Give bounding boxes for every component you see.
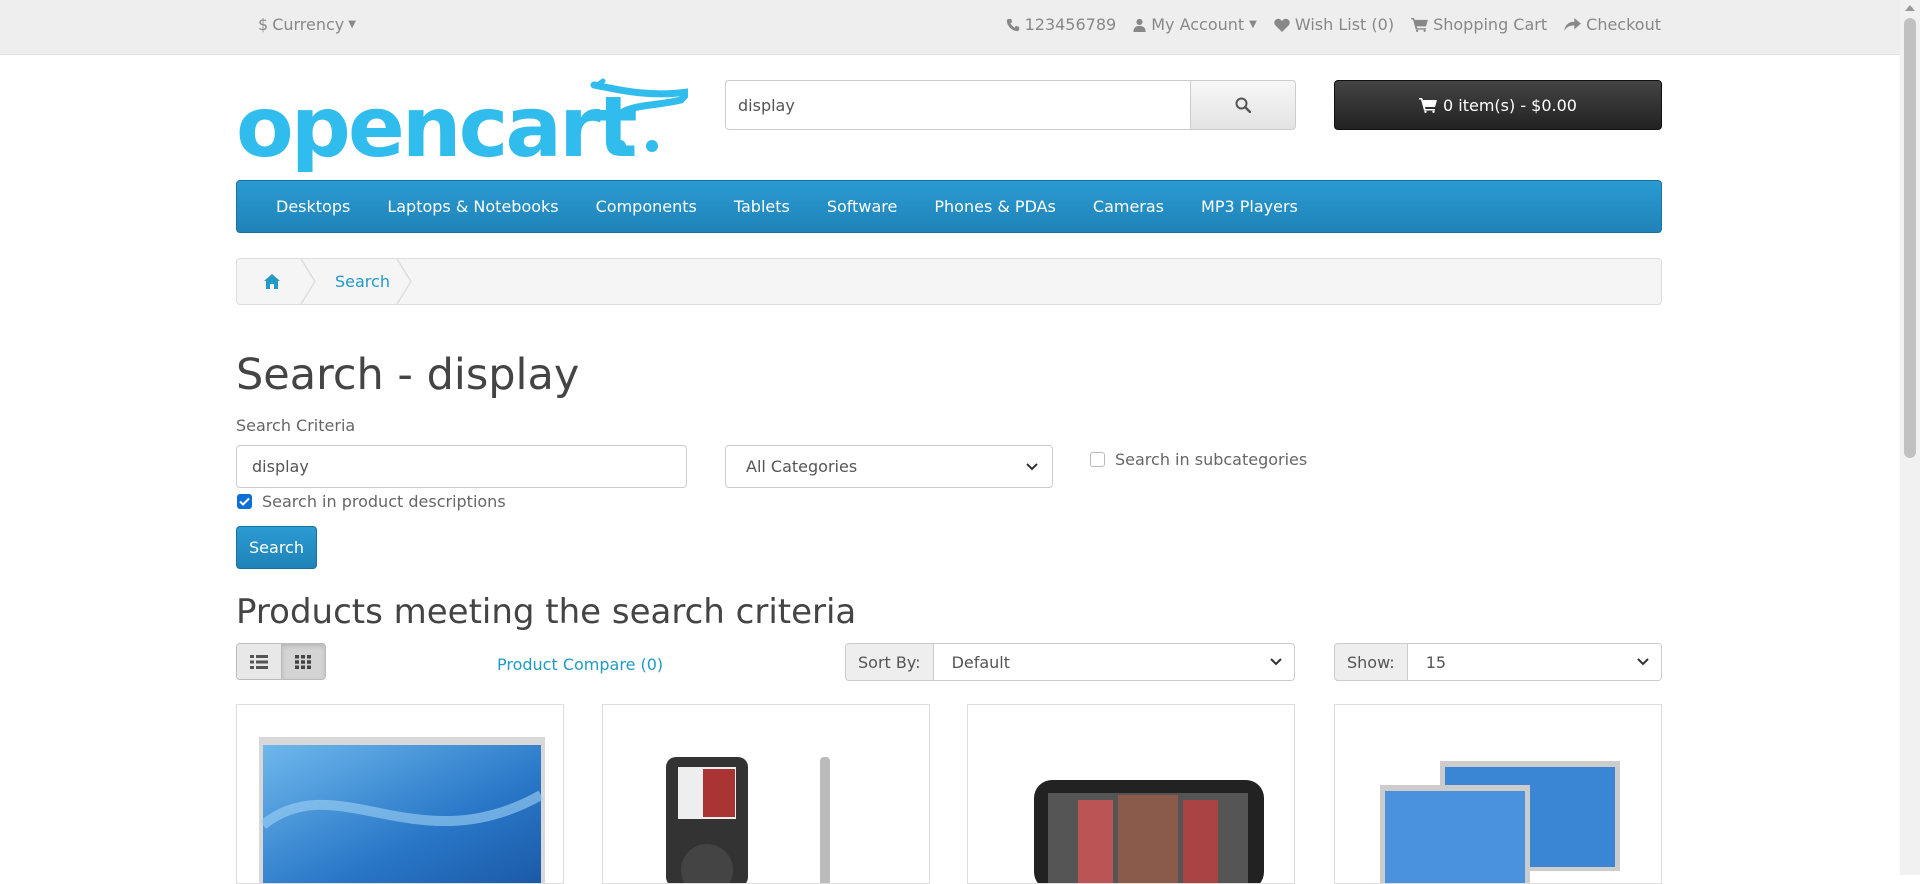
shopping-cart-link[interactable]: Shopping Cart [1411,15,1547,34]
menu-item-software[interactable]: Software [827,197,898,216]
my-account-dropdown[interactable]: My Account ▼ [1133,15,1257,34]
search-icon [1235,97,1251,113]
view-toggle [236,643,326,680]
subcategories-checkbox[interactable] [1090,452,1105,467]
cart-icon [1411,17,1428,32]
caret-down-icon: ▼ [1249,19,1257,30]
menu-item-phones[interactable]: Phones & PDAs [934,197,1056,216]
descriptions-checkbox[interactable] [237,494,252,509]
caret-down-icon: ▼ [348,19,356,30]
product-compare-link[interactable]: Product Compare (0) [497,655,663,674]
dollar-icon: $ [258,15,269,34]
product-card[interactable] [602,704,930,884]
checkout-link[interactable]: Checkout [1564,15,1661,34]
breadcrumb-separator [396,259,412,304]
sort-value: Default [951,652,1011,672]
phone-number: 123456789 [1024,15,1117,34]
category-select[interactable]: All Categories [725,445,1053,488]
breadcrumb: Search [236,258,1662,305]
product-card[interactable] [1334,704,1662,884]
menu-item-mp3[interactable]: MP3 Players [1201,197,1298,216]
product-card[interactable] [236,704,564,884]
product-image [1380,761,1620,883]
sort-select[interactable]: Default [933,643,1295,681]
grid-view-button[interactable] [280,644,325,679]
product-image [1034,780,1264,883]
chevron-down-icon [1637,658,1649,666]
opencart-logo[interactable]: opencart [236,78,688,172]
sort-control: Sort By: Default [845,643,1295,681]
menu-item-tablets[interactable]: Tablets [734,197,790,216]
sort-label: Sort By: [845,643,934,681]
page-title: Search - display [236,350,580,400]
subcategories-option: Search in subcategories [1090,450,1307,469]
wish-list-label: Wish List (0) [1294,15,1395,34]
breadcrumb-search[interactable]: Search [335,272,390,291]
currency-label: Currency [272,15,345,34]
shopping-cart-label: Shopping Cart [1433,15,1548,34]
cart-summary: 0 item(s) - $0.00 [1443,95,1577,115]
scroll-thumb[interactable] [1904,18,1916,458]
keyword-input[interactable] [236,445,687,488]
my-account-label: My Account [1151,15,1245,34]
product-card[interactable] [967,704,1295,884]
list-icon [249,654,268,669]
phone-icon [1006,18,1019,31]
search-button[interactable] [1190,80,1296,130]
heart-icon [1274,18,1290,32]
chevron-down-icon [1026,462,1038,470]
descriptions-label: Search in product descriptions [262,492,506,511]
menu-item-desktops[interactable]: Desktops [276,197,350,216]
show-label: Show: [1334,643,1408,681]
breadcrumb-home[interactable] [237,259,307,304]
cart-button[interactable]: 0 item(s) - $0.00 [1334,80,1662,130]
list-view-button[interactable] [237,644,281,679]
page-scrollbar[interactable] [1900,0,1920,875]
header-search [725,80,1296,130]
show-value: 15 [1425,652,1447,672]
home-icon [264,274,280,289]
search-submit-button[interactable]: Search [236,526,317,569]
results-heading: Products meeting the search criteria [236,592,857,632]
checkout-label: Checkout [1586,15,1661,34]
check-icon [239,497,250,506]
main-menu: Desktops Laptops & Notebooks Components … [236,180,1662,233]
share-icon [1564,17,1582,31]
search-input[interactable] [725,80,1190,130]
cart-icon [1419,97,1437,113]
menu-item-components[interactable]: Components [596,197,697,216]
breadcrumb-separator [300,259,316,304]
currency-dropdown[interactable]: $ Currency ▼ [258,15,356,34]
category-value: All Categories [746,457,858,476]
top-links: 123456789 My Account ▼ Wish List (0) Sho… [1006,15,1661,34]
menu-item-cameras[interactable]: Cameras [1093,197,1164,216]
phone-link[interactable]: 123456789 [1006,15,1117,34]
descriptions-option: Search in product descriptions [237,492,506,511]
product-image [666,757,830,883]
logo-text: opencart [236,78,637,172]
show-control: Show: 15 [1334,643,1662,681]
user-icon [1133,18,1146,32]
chevron-down-icon [1270,658,1282,666]
grid-icon [295,654,312,669]
scroll-up-icon[interactable] [1905,5,1915,11]
top-bar: $ Currency ▼ 123456789 My Account ▼ Wish… [0,0,1900,55]
product-image [259,737,545,883]
menu-item-laptops[interactable]: Laptops & Notebooks [387,197,558,216]
wish-list-link[interactable]: Wish List (0) [1274,15,1394,34]
search-criteria-label: Search Criteria [236,416,356,435]
show-select[interactable]: 15 [1407,643,1662,681]
subcategories-label: Search in subcategories [1115,450,1308,469]
